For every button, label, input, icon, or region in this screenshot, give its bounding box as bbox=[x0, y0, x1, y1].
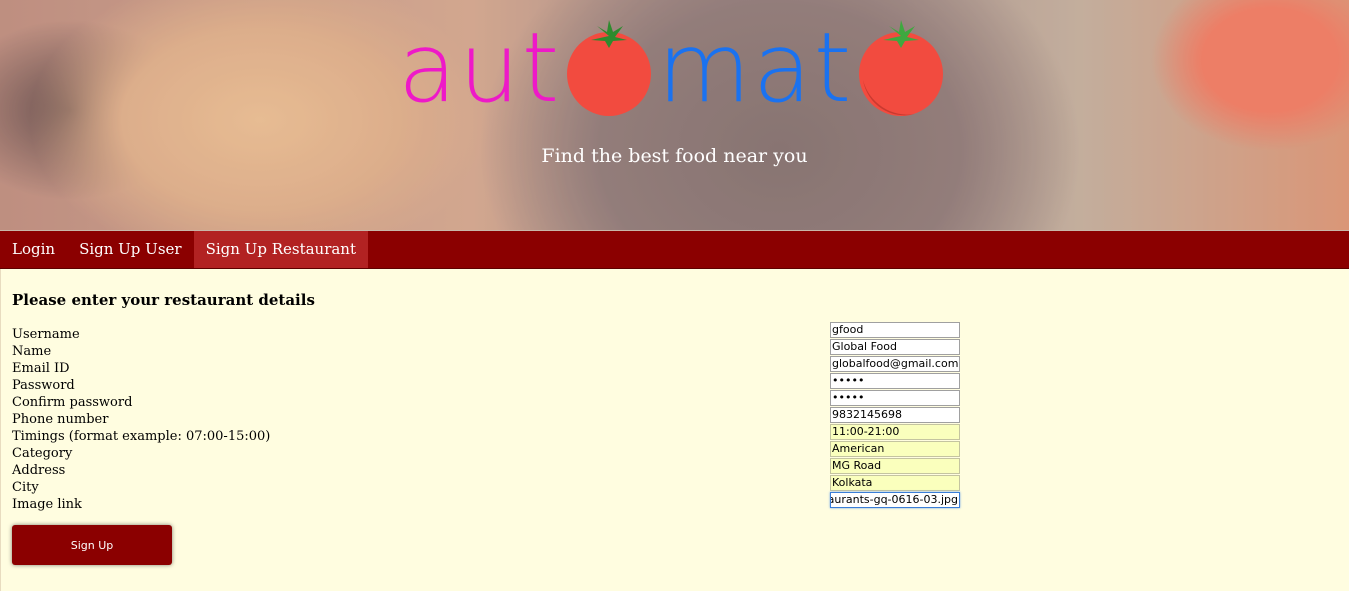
form-row-username: Username gfood bbox=[12, 322, 1338, 342]
logo-text-aut: aut bbox=[398, 12, 562, 124]
signup-form: Please enter your restaurant details Use… bbox=[0, 269, 1349, 591]
timings-input[interactable]: 11:00-21:00 bbox=[830, 424, 960, 440]
tomato-logo-icon bbox=[567, 20, 652, 116]
automato-logo: aut mat bbox=[398, 8, 949, 116]
form-row-name: Name Global Food bbox=[12, 339, 1338, 359]
nav-login[interactable]: Login bbox=[0, 231, 67, 268]
tomato-logo-icon bbox=[859, 20, 944, 116]
main-navbar: Login Sign Up User Sign Up Restaurant bbox=[0, 230, 1349, 269]
name-input[interactable]: Global Food bbox=[830, 339, 960, 355]
city-input[interactable]: Kolkata bbox=[830, 475, 960, 491]
address-input[interactable]: MG Road bbox=[830, 458, 960, 474]
form-heading: Please enter your restaurant details bbox=[12, 291, 315, 309]
form-row-password: Password ••••• bbox=[12, 373, 1338, 393]
confirm-password-input[interactable]: ••••• bbox=[830, 390, 960, 406]
phone-input[interactable]: 9832145698 bbox=[830, 407, 960, 423]
logo-text-mat: mat bbox=[657, 12, 854, 124]
category-input[interactable]: American bbox=[830, 441, 960, 457]
username-input[interactable]: gfood bbox=[830, 322, 960, 338]
nav-sign-up-restaurant[interactable]: Sign Up Restaurant bbox=[193, 231, 368, 268]
image-link-input[interactable]: estaurants-gq-0616-03.jpg bbox=[830, 492, 960, 508]
form-row-address: Address MG Road bbox=[12, 458, 1338, 478]
form-row-timings: Timings (format example: 07:00-15:00) 11… bbox=[12, 424, 1338, 444]
header-banner: aut mat Find the best food near you bbox=[0, 0, 1349, 230]
nav-sign-up-user[interactable]: Sign Up User bbox=[67, 231, 194, 268]
form-row-city: City Kolkata bbox=[12, 475, 1338, 495]
form-row-email: Email ID globalfood@gmail.com bbox=[12, 356, 1338, 376]
email-input[interactable]: globalfood@gmail.com bbox=[830, 356, 960, 372]
form-row-image-link: Image link estaurants-gq-0616-03.jpg bbox=[12, 492, 1338, 512]
tagline: Find the best food near you bbox=[541, 145, 808, 167]
password-input[interactable]: ••••• bbox=[830, 373, 960, 389]
form-row-confirm-password: Confirm password ••••• bbox=[12, 390, 1338, 410]
form-row-category: Category American bbox=[12, 441, 1338, 461]
image-link-label: Image link bbox=[12, 497, 82, 512]
form-row-phone: Phone number 9832145698 bbox=[12, 407, 1338, 427]
sign-up-button[interactable]: Sign Up bbox=[12, 525, 172, 565]
